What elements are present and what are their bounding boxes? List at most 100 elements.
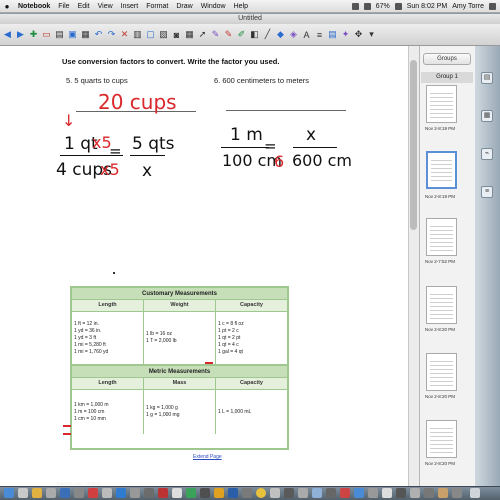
app-icon[interactable] — [18, 488, 28, 498]
add-page-icon[interactable]: ✚ — [28, 28, 39, 42]
q5-den-right[interactable]: x — [142, 161, 152, 181]
app-icon[interactable] — [158, 488, 168, 498]
delete-page-icon[interactable]: ▭ — [41, 28, 52, 42]
properties-tab-icon[interactable]: ≡ — [481, 186, 493, 198]
app-icon[interactable] — [186, 488, 196, 498]
dual-screen-icon[interactable]: ▧ — [158, 28, 169, 42]
app-icon[interactable] — [144, 488, 154, 498]
pen-icon[interactable]: ✎ — [210, 28, 221, 42]
screen-shade-icon[interactable]: ▥ — [132, 28, 143, 42]
battery-icon[interactable] — [394, 2, 402, 10]
magic-pen-icon[interactable]: ✦ — [340, 28, 351, 42]
highlighter-icon[interactable]: ✐ — [236, 28, 247, 42]
app-icon[interactable] — [32, 488, 42, 498]
properties-icon[interactable]: ≡ — [314, 28, 325, 42]
paste-icon[interactable]: ▦ — [80, 28, 91, 42]
finder-icon[interactable] — [4, 488, 14, 498]
chrome-icon[interactable] — [256, 488, 266, 498]
eraser-icon[interactable]: ◧ — [249, 28, 260, 42]
menu-view[interactable]: View — [94, 3, 117, 10]
app-icon[interactable] — [382, 488, 392, 498]
menu-draw[interactable]: Draw — [172, 3, 196, 10]
attachments-tab-icon[interactable]: ⌁ — [481, 148, 493, 160]
q6-mark[interactable]: 6 — [274, 152, 284, 171]
shapes-icon[interactable]: ◆ — [275, 28, 286, 42]
groups-button[interactable]: Groups — [423, 53, 471, 65]
app-icon[interactable] — [172, 488, 182, 498]
fill-icon[interactable]: ◈ — [288, 28, 299, 42]
measurement-reference-chart[interactable]: Customary Measurements Length Weight Cap… — [70, 286, 289, 450]
app-icon[interactable] — [270, 488, 280, 498]
app-icon[interactable] — [200, 488, 210, 498]
app-icon[interactable] — [312, 488, 322, 498]
page-thumbnail[interactable] — [426, 85, 457, 123]
document-camera-icon[interactable]: ◙ — [171, 28, 182, 42]
q5-equals[interactable]: = — [109, 142, 122, 160]
user-name[interactable]: Amy Torre — [452, 3, 484, 10]
group-label[interactable]: Group 1 — [421, 72, 473, 83]
q5-mult-bottom[interactable]: x5 — [100, 160, 120, 179]
save-icon[interactable]: ▣ — [67, 28, 78, 42]
delete-icon[interactable]: ✕ — [119, 28, 130, 42]
app-icon[interactable] — [368, 488, 378, 498]
app-icon[interactable] — [340, 488, 350, 498]
text-icon[interactable]: A — [301, 28, 312, 42]
page-sorter-tab-icon[interactable]: ▤ — [481, 72, 493, 84]
app-icon[interactable] — [396, 488, 406, 498]
q5-num-right[interactable]: 5 qts — [132, 134, 175, 154]
wifi-icon[interactable] — [351, 2, 359, 10]
app-icon[interactable] — [242, 488, 252, 498]
undo-icon[interactable]: ↶ — [93, 28, 104, 42]
app-icon[interactable] — [354, 488, 364, 498]
q6-num-right[interactable]: x — [306, 125, 316, 145]
app-icon[interactable] — [298, 488, 308, 498]
page-thumbnail-selected[interactable] — [426, 151, 457, 189]
trash-icon[interactable] — [470, 488, 480, 498]
page-thumbnail[interactable] — [426, 286, 457, 324]
open-icon[interactable]: ▤ — [54, 28, 65, 42]
measure-icon[interactable]: ▤ — [327, 28, 338, 42]
q6-den-left[interactable]: 100 cm — [222, 151, 282, 170]
scrollbar-thumb[interactable] — [410, 60, 417, 230]
answer-q5[interactable]: 20 cups — [98, 90, 177, 114]
app-icon[interactable] — [88, 488, 98, 498]
app-icon[interactable] — [74, 488, 84, 498]
menu-notebook[interactable]: Notebook — [14, 3, 54, 10]
menu-insert[interactable]: Insert — [117, 3, 143, 10]
line-icon[interactable]: ╱ — [262, 28, 273, 42]
redo-icon[interactable]: ↷ — [106, 28, 117, 42]
app-icon[interactable] — [214, 488, 224, 498]
app-icon[interactable] — [284, 488, 294, 498]
full-screen-icon[interactable]: ▢ — [145, 28, 156, 42]
search-icon[interactable] — [489, 2, 496, 10]
app-icon[interactable] — [452, 488, 462, 498]
gallery-tab-icon[interactable]: ▦ — [481, 110, 493, 122]
menu-help[interactable]: Help — [230, 3, 252, 10]
app-icon[interactable] — [130, 488, 140, 498]
clock[interactable]: Sun 8:02 PM — [407, 3, 447, 10]
creative-pen-icon[interactable]: ✎ — [223, 28, 234, 42]
battery-percent[interactable]: 67% — [376, 3, 390, 10]
move-icon[interactable]: ✥ — [353, 28, 364, 42]
app-icon[interactable] — [102, 488, 112, 498]
page-thumbnail[interactable] — [426, 420, 457, 458]
apple-menu-icon[interactable]: ● — [0, 2, 14, 11]
toolbar-options-icon[interactable]: ▾ — [366, 28, 377, 42]
app-icon[interactable] — [424, 488, 434, 498]
app-icon[interactable] — [410, 488, 420, 498]
app-icon[interactable] — [326, 488, 336, 498]
select-icon[interactable]: ➚ — [197, 28, 208, 42]
menu-edit[interactable]: Edit — [74, 3, 94, 10]
menu-file[interactable]: File — [54, 3, 73, 10]
next-page-icon[interactable]: ▶ — [15, 28, 26, 42]
app-icon[interactable] — [60, 488, 70, 498]
q6-num-left[interactable]: 1 m — [230, 125, 263, 145]
q5-arrow[interactable]: ↓ — [62, 111, 75, 130]
app-icon[interactable] — [228, 488, 238, 498]
page-thumbnail[interactable] — [426, 353, 457, 391]
table-icon[interactable]: ▦ — [184, 28, 195, 42]
app-icon[interactable] — [46, 488, 56, 498]
page-thumbnail[interactable] — [426, 218, 457, 256]
app-icon[interactable] — [116, 488, 126, 498]
menu-window[interactable]: Window — [197, 3, 230, 10]
